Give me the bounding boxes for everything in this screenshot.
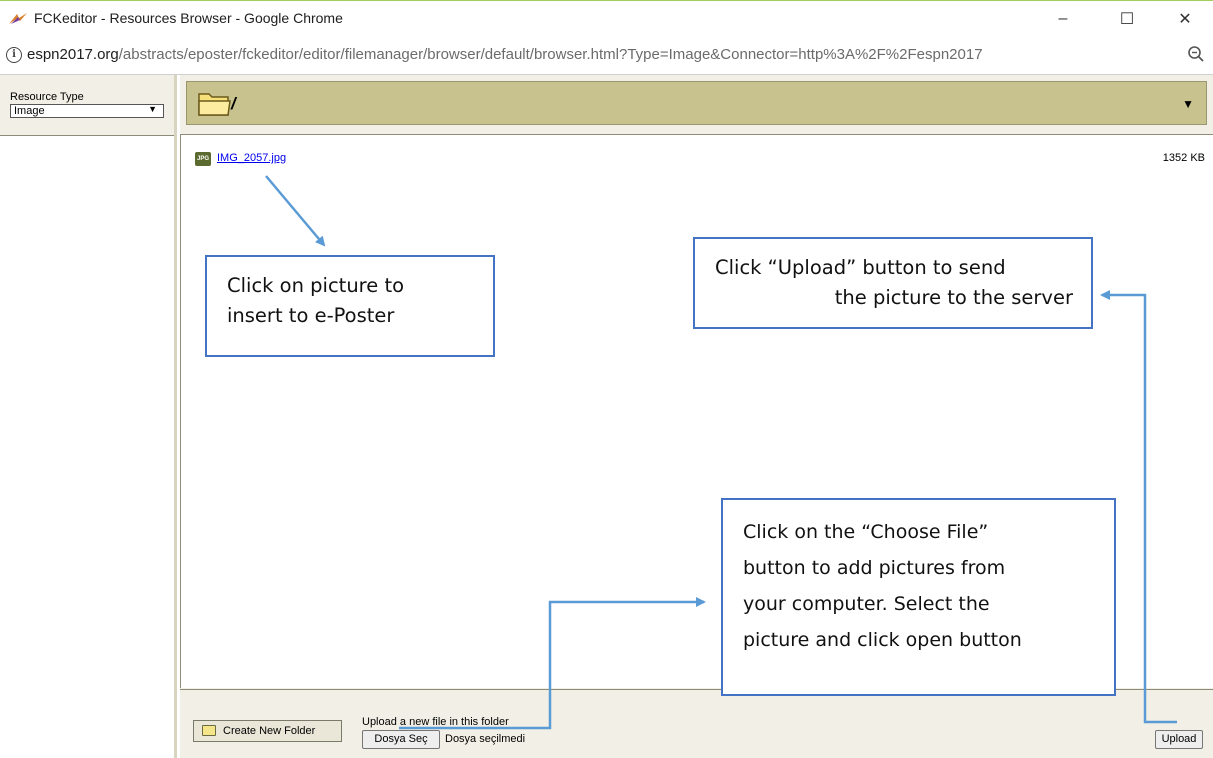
callout-3-line-3: your computer. Select the (743, 593, 990, 615)
callout-insert-picture: Click on picture to insert to e-Poster (205, 255, 495, 357)
folder-dropdown-icon[interactable]: ▼ (1182, 97, 1194, 111)
minimize-button[interactable]: – (1040, 5, 1086, 33)
callout-3-line-2: button to add pictures from (743, 557, 1006, 579)
file-row[interactable]: JPG IMG_2057.jpg 1352 KB (195, 151, 1205, 169)
maximize-button[interactable]: ☐ (1104, 5, 1150, 33)
callout-1-line-1: Click on picture to (227, 274, 405, 297)
resource-type-label: Resource Type (10, 91, 84, 103)
upload-prompt: Upload a new file in this folder (362, 716, 509, 728)
callout-upload-button: Click “Upload” button to send the pictur… (693, 237, 1093, 329)
callout-3-line-4: picture and click open button (743, 629, 1022, 651)
address-bar[interactable]: i espn2017.org/abstracts/eposter/fckedit… (0, 36, 1213, 75)
choose-file-button[interactable]: Dosya Seç (362, 730, 440, 749)
folder-path-bar[interactable]: / ▼ (186, 81, 1207, 125)
url-path: /abstracts/eposter/fckeditor/editor/file… (118, 46, 983, 63)
callout-2-line-1: Click “Upload” button to send (715, 256, 1006, 279)
resource-type-value: Image (14, 105, 45, 117)
new-folder-icon (202, 725, 216, 736)
info-icon[interactable]: i (6, 47, 22, 63)
folder-icon (198, 93, 231, 116)
upload-toolbar: Create New Folder Upload a new file in t… (180, 689, 1213, 758)
jpg-file-icon[interactable]: JPG (195, 152, 211, 166)
file-size: 1352 KB (1162, 152, 1205, 164)
create-new-folder-button[interactable]: Create New Folder (193, 720, 342, 742)
create-new-folder-label: Create New Folder (223, 725, 316, 737)
window-title: FCKeditor - Resources Browser - Google C… (34, 10, 343, 26)
dropdown-arrow-icon: ▼ (148, 104, 157, 114)
resource-type-pane: Resource Type Image ▼ (0, 75, 177, 758)
url-text[interactable]: espn2017.org/abstracts/eposter/fckeditor… (27, 46, 1187, 63)
close-button[interactable]: ✕ (1162, 5, 1208, 33)
no-file-chosen-text: Dosya seçilmedi (445, 733, 526, 745)
zoom-icon[interactable] (1187, 45, 1205, 63)
callout-2-line-2: the picture to the server (834, 286, 1073, 309)
folder-path: / (231, 94, 236, 113)
callout-3-line-1: Click on the “Choose File” (743, 521, 989, 543)
resource-type-select[interactable]: Image ▼ (10, 104, 164, 118)
upload-button[interactable]: Upload (1155, 730, 1203, 749)
file-name-link[interactable]: IMG_2057.jpg (217, 152, 286, 164)
resource-type-header: Resource Type Image ▼ (0, 75, 174, 136)
callout-1-line-2: insert to e-Poster (227, 304, 395, 327)
window-titlebar: FCKeditor - Resources Browser - Google C… (0, 0, 1213, 37)
url-host: espn2017.org (27, 46, 119, 63)
fckeditor-app-icon (9, 13, 27, 24)
callout-choose-file: Click on the “Choose File” button to add… (721, 498, 1116, 696)
